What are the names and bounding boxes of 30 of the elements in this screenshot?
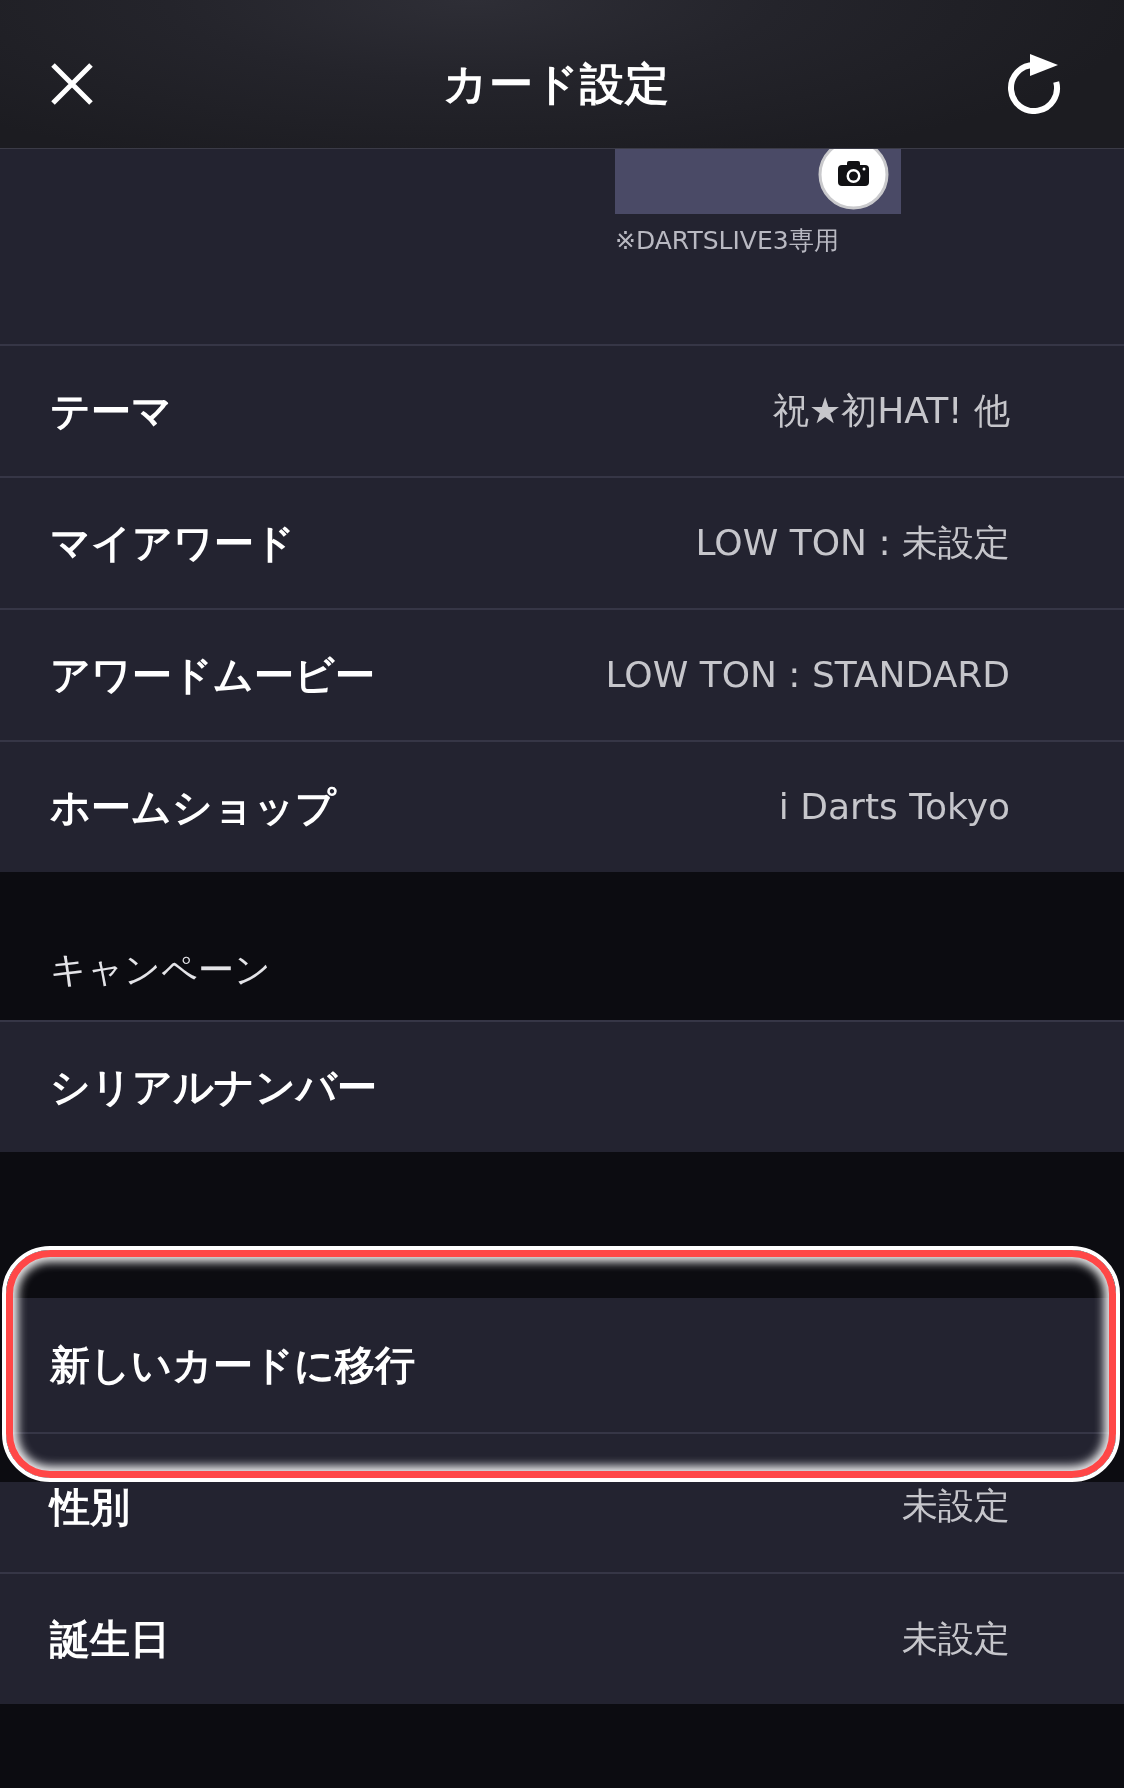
setting-value: 未設定: [902, 1484, 1010, 1528]
refresh-button[interactable]: [1006, 54, 1062, 114]
settings-row[interactable]: テーマ 祝★初HAT! 他: [0, 344, 1124, 476]
refresh-icon: [1006, 54, 1062, 114]
settings-row[interactable]: 性別 未設定: [0, 1482, 1124, 1572]
settings-row[interactable]: ホームショップ i Darts Tokyo: [0, 740, 1124, 872]
camera-button[interactable]: [818, 149, 889, 210]
setting-label: アワードムービー: [50, 652, 375, 698]
settings-row[interactable]: シリアルナンバー: [0, 1020, 1124, 1152]
close-button[interactable]: [50, 62, 94, 106]
card-note: ※DARTSLIVE3専用: [615, 226, 839, 256]
setting-label: シリアルナンバー: [50, 1064, 377, 1110]
setting-value: i Darts Tokyo: [778, 785, 1010, 829]
page-title: カード設定: [442, 58, 670, 110]
settings-row[interactable]: マイアワード LOW TON : 未設定: [0, 476, 1124, 608]
setting-label: マイアワード: [50, 520, 295, 566]
setting-label: 誕生日: [50, 1616, 170, 1662]
camera-icon: [818, 149, 889, 210]
setting-value: 未設定: [902, 1617, 1010, 1661]
setting-value: 祝★初HAT! 他: [772, 389, 1010, 433]
section-title: キャンペーン: [50, 948, 271, 992]
setting-label: 性別: [50, 1484, 130, 1530]
setting-value: LOW TON : 未設定: [695, 521, 1010, 565]
setting-label: テーマ: [50, 388, 172, 434]
settings-row[interactable]: 誕生日 未設定: [0, 1572, 1124, 1704]
close-icon: [50, 62, 94, 106]
setting-label: 新しいカードに移行: [50, 1342, 415, 1388]
setting-value: LOW TON : STANDARD: [605, 653, 1010, 697]
settings-row[interactable]: アワードムービー LOW TON : STANDARD: [0, 608, 1124, 740]
setting-label: ホームショップ: [50, 784, 336, 830]
